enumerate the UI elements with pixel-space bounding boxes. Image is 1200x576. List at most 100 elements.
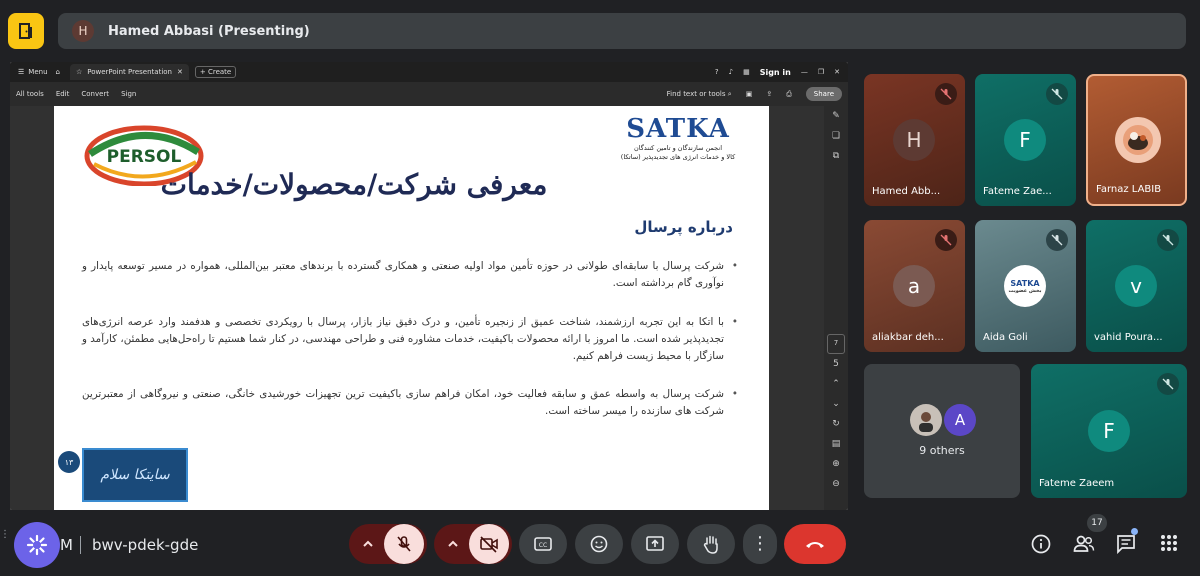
file-icon[interactable]: ▤ bbox=[832, 434, 841, 454]
info-icon bbox=[1031, 534, 1051, 554]
bookmark-icon[interactable]: ❏ bbox=[832, 126, 840, 146]
sign-button[interactable]: Sign bbox=[121, 90, 136, 98]
close-tab-icon[interactable]: ✕ bbox=[177, 68, 183, 76]
bell-icon[interactable]: ♪ bbox=[729, 68, 733, 76]
apps-grid-icon[interactable]: ▦ bbox=[743, 68, 750, 76]
avatar-logo-sub: بخش عضویت bbox=[1008, 287, 1042, 294]
shared-screen: ☰ Menu ⌂ ☆ PowerPoint Presentation ✕ + C… bbox=[10, 62, 848, 510]
door-icon bbox=[19, 23, 32, 39]
captions-button[interactable]: CC bbox=[519, 524, 567, 564]
plus-icon: + bbox=[199, 68, 206, 76]
people-icon bbox=[1073, 535, 1095, 552]
mic-off-icon bbox=[935, 83, 957, 105]
avatar: v bbox=[1115, 265, 1157, 307]
video-options-button[interactable] bbox=[437, 538, 469, 550]
mic-off-icon bbox=[1157, 373, 1179, 395]
copy-icon[interactable]: ⧉ bbox=[833, 146, 839, 166]
participant-name: Fateme Zae... bbox=[983, 186, 1052, 197]
sparkle-icon bbox=[26, 534, 48, 556]
bullet-2: با اتکا به این تجربه ارزشمند، شناخت عمیق… bbox=[82, 314, 738, 365]
end-call-icon bbox=[806, 542, 824, 548]
more-options-button[interactable]: ⋮ bbox=[743, 524, 777, 564]
bullet-3: شرکت پرسال به واسطه عمق و سابقه فعالیت خ… bbox=[82, 386, 738, 420]
participant-tile-aida[interactable]: SATKA بخش عضویت Aida Goli bbox=[975, 220, 1076, 352]
profile-photo-avatar bbox=[1115, 117, 1161, 163]
satka-subtitle-2: کالا و خدمات انرژی های تجدیدپذیر (ساتکا) bbox=[620, 153, 736, 161]
chevron-up-icon bbox=[448, 540, 458, 547]
restore-icon[interactable]: ❐ bbox=[818, 68, 824, 76]
mic-off-icon bbox=[1046, 229, 1068, 251]
activities-grid-button[interactable] bbox=[1160, 534, 1178, 556]
others-count-label: 9 others bbox=[919, 444, 965, 457]
mic-off-icon bbox=[935, 229, 957, 251]
create-label: Create bbox=[207, 68, 232, 76]
upload-icon[interactable]: ⇪ bbox=[766, 90, 772, 98]
reactions-button[interactable] bbox=[575, 524, 623, 564]
zoom-out-icon[interactable]: ⊖ bbox=[832, 474, 840, 494]
page-number-input[interactable]: 7 bbox=[827, 334, 845, 354]
browser-tab[interactable]: ☆ PowerPoint Presentation ✕ bbox=[69, 64, 189, 80]
avatar: H bbox=[893, 119, 935, 161]
avatar-logo-text: SATKA bbox=[1010, 278, 1040, 288]
convert-button[interactable]: Convert bbox=[81, 90, 109, 98]
bullet-1: شرکت پرسال با سابقه‌ای طولانی در حوزه تأ… bbox=[82, 258, 738, 292]
participant-tile-fateme-zaeem[interactable]: F Fateme Zaeem bbox=[1031, 364, 1187, 498]
mic-toggle-button[interactable] bbox=[384, 524, 424, 564]
meeting-time-fragment: M bbox=[60, 536, 73, 554]
rotate-icon[interactable]: ↻ bbox=[832, 414, 840, 434]
slide-title: معرفی شرکت/محصولات/خدمات bbox=[160, 168, 548, 201]
participant-tile-hamed[interactable]: H Hamed Abb... bbox=[864, 74, 965, 206]
menu-button[interactable]: ☰ Menu bbox=[18, 68, 48, 76]
camera-toggle-button[interactable] bbox=[469, 524, 509, 564]
more-vert-icon: ⋮ bbox=[751, 533, 769, 554]
participant-tile-farnaz[interactable]: Farnaz LABIB bbox=[1086, 74, 1187, 206]
bottom-control-bar: ⋮ M bwv-pdek-gde CC ⋮ bbox=[0, 514, 1200, 576]
meeting-app-logo-button[interactable] bbox=[8, 13, 44, 49]
camera-off-icon bbox=[480, 536, 498, 553]
present-screen-button[interactable] bbox=[631, 524, 679, 564]
raise-hand-button[interactable] bbox=[687, 524, 735, 564]
share-button[interactable]: Share bbox=[805, 87, 842, 101]
all-tools-button[interactable]: All tools bbox=[16, 90, 44, 98]
participant-tile-aliakbar[interactable]: a aliakbar deh... bbox=[864, 220, 965, 352]
print-icon[interactable]: ⎙ bbox=[786, 90, 792, 99]
chat-button[interactable] bbox=[1116, 528, 1138, 558]
close-window-icon[interactable]: ✕ bbox=[834, 68, 840, 76]
profile-photo-avatar bbox=[910, 404, 942, 436]
home-icon: ⌂ bbox=[55, 68, 60, 76]
zoom-in-icon[interactable]: ⊕ bbox=[832, 454, 840, 474]
search-icon: ⌕ bbox=[727, 89, 732, 98]
save-icon[interactable]: ▣ bbox=[746, 90, 753, 98]
meeting-code: bwv-pdek-gde bbox=[92, 536, 199, 554]
participant-tile-fateme[interactable]: F Fateme Zae... bbox=[975, 74, 1076, 206]
find-tools-label: Find text or tools bbox=[666, 89, 726, 98]
participant-name: Fateme Zaeem bbox=[1039, 478, 1115, 489]
drag-handle-icon[interactable]: ⋮ bbox=[0, 530, 10, 558]
participant-name: Aida Goli bbox=[983, 332, 1028, 343]
comment-icon[interactable]: ✎ bbox=[832, 106, 840, 126]
participant-tile-vahid[interactable]: v vahid Poura... bbox=[1086, 220, 1187, 352]
presenter-bar[interactable]: H Hamed Abbasi (Presenting) bbox=[58, 13, 1186, 49]
sign-in-link[interactable]: Sign in bbox=[760, 68, 791, 77]
others-tile[interactable]: A 9 others bbox=[864, 364, 1020, 498]
find-tools-input[interactable]: Find text or tools ⌕ bbox=[667, 90, 732, 99]
participant-name: vahid Poura... bbox=[1094, 332, 1163, 343]
meeting-details-button[interactable] bbox=[1031, 534, 1051, 558]
create-button[interactable]: + Create bbox=[194, 66, 237, 78]
participant-name: Farnaz LABIB bbox=[1096, 184, 1162, 195]
people-button[interactable] bbox=[1073, 534, 1095, 558]
audio-options-button[interactable] bbox=[352, 538, 384, 550]
minimize-icon[interactable]: — bbox=[801, 68, 808, 76]
leave-call-button[interactable] bbox=[784, 524, 846, 564]
avatar: a bbox=[893, 265, 935, 307]
activities-button[interactable] bbox=[14, 522, 60, 568]
persol-logo-text: PERSOL bbox=[107, 147, 182, 167]
home-button[interactable]: ⌂ bbox=[56, 68, 60, 76]
svg-text:CC: CC bbox=[539, 542, 547, 549]
people-count-badge: 17 bbox=[1087, 514, 1107, 532]
page-up-icon[interactable]: ⌃ bbox=[832, 374, 840, 394]
star-icon: ☆ bbox=[75, 68, 83, 76]
edit-button[interactable]: Edit bbox=[56, 90, 70, 98]
page-down-icon[interactable]: ⌄ bbox=[832, 394, 840, 414]
help-icon[interactable]: ? bbox=[715, 68, 719, 76]
